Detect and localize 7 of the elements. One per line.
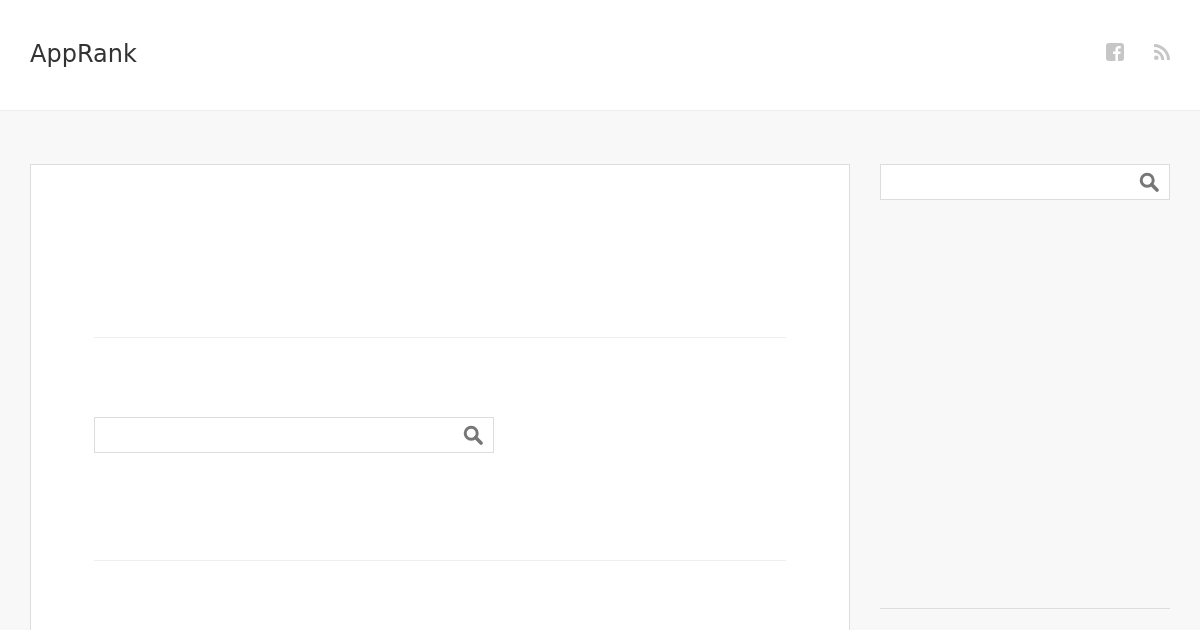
- rss-icon[interactable]: [1154, 44, 1170, 60]
- site-title[interactable]: AppRank: [30, 39, 137, 69]
- search-icon[interactable]: [463, 425, 483, 445]
- search-icon[interactable]: [1139, 172, 1159, 192]
- search-field[interactable]: [880, 164, 1170, 200]
- facebook-icon[interactable]: [1106, 43, 1124, 61]
- search-field[interactable]: [94, 417, 494, 453]
